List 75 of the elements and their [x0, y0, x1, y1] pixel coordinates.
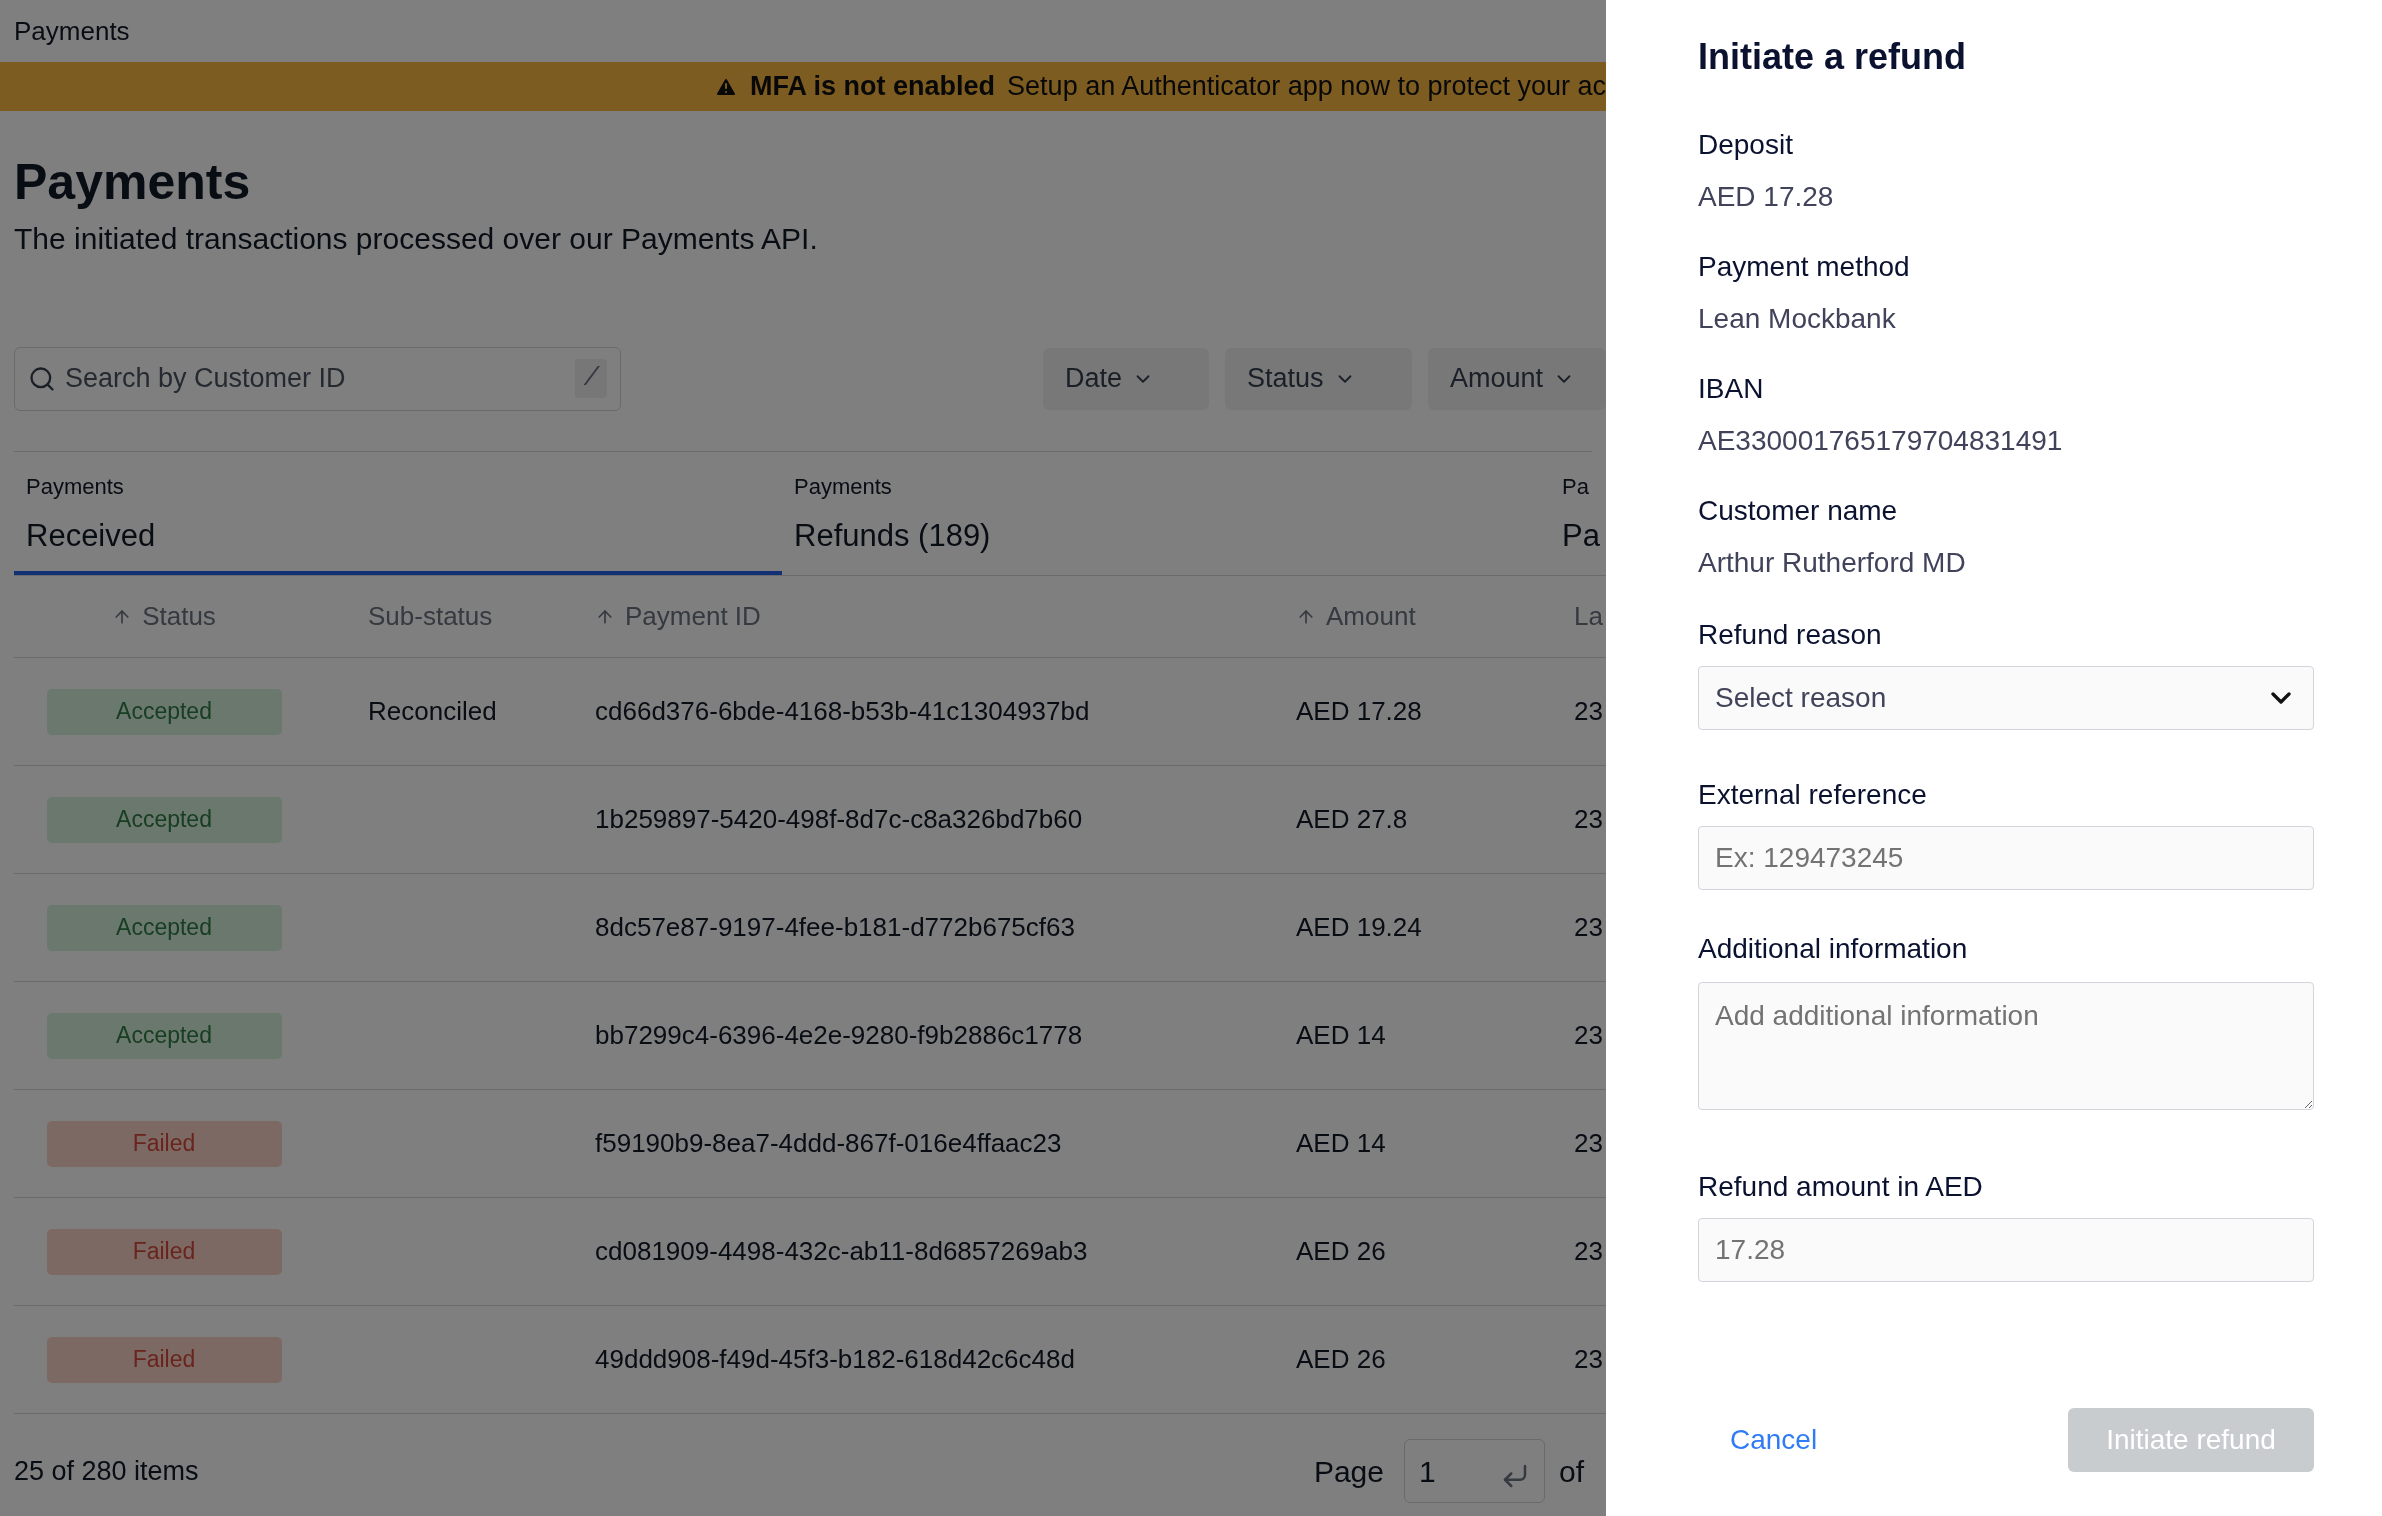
table-cell-text: AED 14 — [1296, 1127, 1387, 1160]
table-cell-text: 49ddd908-f49d-45f3-b182-618d42c6c48d — [595, 1343, 1076, 1376]
detail-value: AE330001765179704831491 — [1698, 424, 2064, 458]
cancel-button[interactable]: Cancel — [1730, 1419, 1818, 1461]
refund-amount-field[interactable]: 17.28 — [1698, 1218, 2314, 1282]
table-cell-text: 8dc57e87-9197-4fee-b181-d772b675cf63 — [595, 911, 1076, 944]
detail-value: Arthur Rutherford MD — [1698, 546, 1967, 580]
page-title: Payments — [14, 153, 252, 212]
column-header[interactable]: Payment ID — [595, 597, 761, 636]
tab-caption: Payments — [26, 472, 125, 501]
additional-information-field[interactable]: Add additional information — [1698, 982, 2314, 1110]
field-label: External reference — [1698, 778, 1928, 812]
table-cell-text: AED 17.28 — [1296, 695, 1423, 728]
shortcut-key: / — [575, 358, 607, 398]
item-count: 25 of 280 items — [14, 1454, 199, 1488]
table-cell-text: bb7299c4-6396-4e2e-9280-f9b2886c1778 — [595, 1019, 1084, 1052]
table-cell-text: 1b259897-5420-498f-8d7c-c8a326bd7b60 — [595, 803, 1084, 836]
banner-message: Setup an Authenticator app now to protect your ac — [1007, 70, 1606, 104]
page-of-label: of — [1558, 1453, 1584, 1490]
page-subtitle: The initiated transactions processed over our Payments API. — [14, 220, 819, 257]
detail-label: IBAN — [1698, 372, 1765, 406]
table-cell-text: 23 — [1574, 1019, 1604, 1052]
table-cell-text: cd66d376-6bde-4168-b53b-41c1304937bd — [595, 695, 1091, 728]
tab-label: Refunds (189) — [794, 516, 992, 555]
table-cell-text: 23 — [1574, 911, 1604, 944]
table-cell-text: AED 27.8 — [1296, 803, 1409, 836]
table-cell-text: 23 — [1574, 1343, 1604, 1376]
detail-value: AED 17.28 — [1698, 180, 1835, 214]
tab[interactable]: Pa Pa — [1550, 451, 1606, 575]
page-input[interactable]: 1 — [1403, 1439, 1545, 1503]
tab-label: Pa — [1562, 516, 1601, 555]
detail-label: Payment method — [1698, 250, 1911, 284]
tab[interactable]: Payments Refunds (189) — [782, 451, 1550, 575]
detail-label: Customer name — [1698, 494, 1899, 528]
table-cell-text: 23 — [1574, 1127, 1604, 1160]
external-reference-field[interactable]: Ex: 129473245 — [1698, 826, 2314, 890]
status-badge: Failed — [46, 1120, 282, 1167]
column-header[interactable]: Status — [112, 597, 216, 636]
search-icon — [28, 364, 56, 393]
tab[interactable]: Payments Received — [14, 451, 782, 575]
page-label: Page — [1313, 1453, 1384, 1490]
breadcrumb: Payments — [14, 14, 130, 48]
banner-title: MFA is not enabled — [750, 70, 996, 104]
table-cell-text: AED 19.24 — [1296, 911, 1423, 944]
filter-dropdown[interactable]: Status — [1225, 347, 1412, 410]
drawer-title: Initiate a refund — [1698, 35, 1968, 79]
status-badge: Accepted — [46, 1012, 282, 1059]
detail-value: Lean Mockbank — [1698, 302, 1897, 336]
field-label: Refund reason — [1698, 618, 1883, 652]
field-label: Additional information — [1698, 932, 1969, 966]
table-cell-text: 23 — [1574, 803, 1604, 836]
tab-label: Received — [26, 516, 157, 555]
tab-caption: Payments — [794, 472, 893, 501]
column-header[interactable]: Amount — [1296, 597, 1416, 636]
status-badge: Accepted — [46, 904, 282, 951]
status-badge: Failed — [46, 1228, 282, 1275]
filter-dropdown[interactable]: Date — [1043, 347, 1209, 410]
table-cell-text: 23 — [1574, 695, 1604, 728]
detail-label: Deposit — [1698, 128, 1794, 162]
column-header[interactable]: Sub-status — [368, 597, 493, 636]
column-header[interactable]: La — [1574, 597, 1603, 636]
filter-dropdown[interactable]: Amount — [1428, 347, 1606, 410]
status-badge: Accepted — [46, 688, 282, 735]
table-cell-text: 23 — [1574, 1235, 1604, 1268]
table-cell-text: AED 14 — [1296, 1019, 1387, 1052]
status-badge: Accepted — [46, 796, 282, 843]
table-cell-text: cd081909-4498-432c-ab11-8d6857269ab3 — [595, 1235, 1089, 1268]
tab-caption: Pa — [1562, 472, 1590, 501]
table-cell-text: AED 26 — [1296, 1235, 1387, 1268]
status-badge: Failed — [46, 1336, 282, 1383]
table-cell-text: f59190b9-8ea7-4ddd-867f-016e4ffaac23 — [595, 1127, 1063, 1160]
field-label: Refund amount in AED — [1698, 1170, 1984, 1204]
table-cell-text: AED 26 — [1296, 1343, 1387, 1376]
reason-select[interactable]: Select reason — [1698, 666, 2314, 730]
table-cell: Reconciled — [368, 696, 497, 726]
